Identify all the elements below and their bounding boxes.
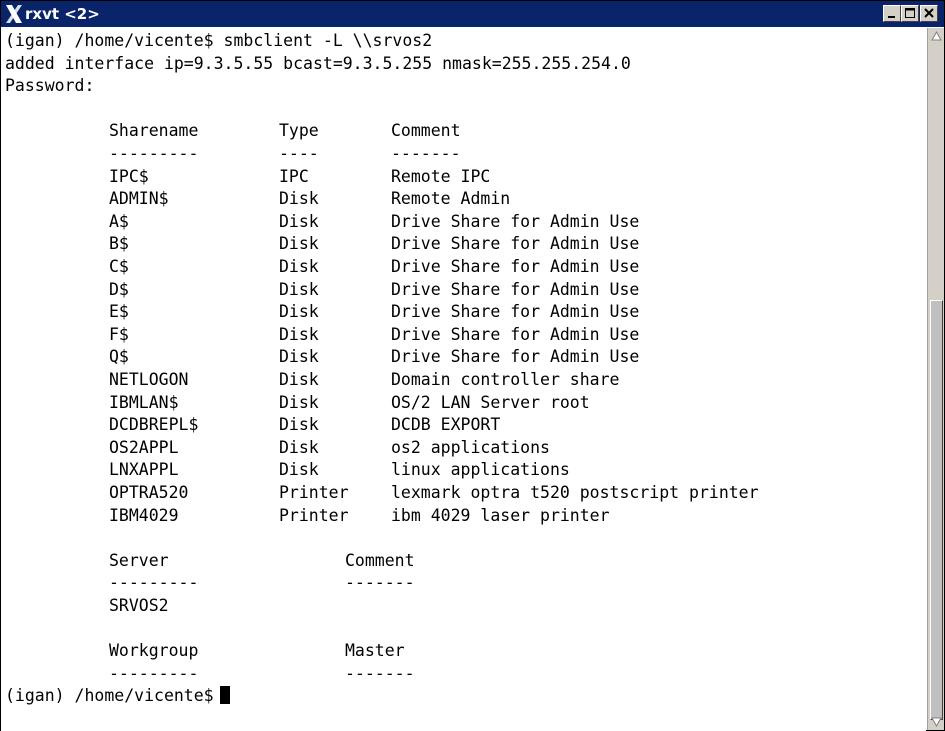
- share-row-cell: Printer: [279, 505, 349, 525]
- share-row-cell: LNXAPPL: [109, 460, 179, 480]
- column-underline: ---------: [109, 573, 199, 593]
- share-row-cell: B$: [109, 234, 129, 254]
- share-row-cell: Q$: [109, 347, 129, 367]
- share-row-cell: Disk: [279, 234, 319, 254]
- share-row-cell: ADMIN$: [109, 189, 169, 209]
- column-underline: -------: [391, 144, 461, 163]
- shell-prompt: (igan) /home/vicente$: [5, 685, 230, 707]
- column-header: Type: [279, 121, 319, 141]
- share-row-cell: Disk: [279, 189, 319, 209]
- share-row-cell: Remote IPC: [391, 166, 491, 186]
- share-row-cell: OS2APPL: [109, 437, 179, 457]
- share-row-cell: Drive Share for Admin Use: [391, 234, 640, 254]
- column-underline: -------: [345, 573, 415, 593]
- share-row-cell: NETLOGON: [109, 370, 189, 389]
- share-row-cell: Drive Share for Admin Use: [391, 211, 640, 231]
- terminal-line: added interface ip=9.3.5.55 bcast=9.3.5.…: [5, 53, 631, 73]
- share-row-cell: C$: [109, 257, 129, 276]
- column-underline: ---------: [109, 663, 199, 683]
- column-header: Workgroup: [109, 641, 199, 661]
- minimize-icon: [888, 16, 895, 18]
- column-header: Comment: [391, 121, 461, 141]
- share-row-cell: Domain controller share: [391, 370, 620, 389]
- share-row-cell: Disk: [279, 415, 319, 435]
- share-row-cell: lexmark optra t520 postscript printer: [391, 483, 759, 502]
- share-row-cell: Remote Admin: [391, 189, 511, 209]
- column-underline: -------: [345, 663, 415, 683]
- share-row-cell: ibm 4029 laser printer: [391, 505, 610, 525]
- share-row-cell: linux applications: [391, 460, 570, 480]
- close-button[interactable]: [920, 5, 938, 22]
- x-window-icon: [5, 4, 23, 24]
- share-row-cell: IBM4029: [109, 505, 179, 525]
- terminal-output[interactable]: (igan) /home/vicente$ smbclient -L \\srv…: [1, 28, 926, 731]
- share-row-cell: Drive Share for Admin Use: [391, 347, 640, 367]
- share-row-cell: DCDB EXPORT: [391, 415, 501, 435]
- share-row-cell: OS/2 LAN Server root: [391, 392, 590, 412]
- column-header: Server: [109, 550, 169, 570]
- share-row-cell: IPC: [279, 166, 309, 186]
- share-row-cell: Drive Share for Admin Use: [391, 257, 640, 276]
- window-title: rxvt <2>: [25, 5, 100, 23]
- share-row-cell: A$: [109, 211, 129, 231]
- title-bar[interactable]: rxvt <2>: [1, 1, 944, 27]
- server-row-cell: SRVOS2: [109, 596, 169, 615]
- column-underline: ----: [279, 144, 319, 163]
- share-row-cell: Drive Share for Admin Use: [391, 324, 640, 344]
- terminal-window: rxvt <2> (igan) /home/vicente$ smbclient…: [0, 0, 945, 731]
- column-header: Master: [345, 641, 405, 661]
- share-row-cell: DCDBREPL$: [109, 415, 199, 435]
- share-row-cell: Disk: [279, 257, 319, 276]
- minimize-button[interactable]: [883, 5, 901, 22]
- vertical-scrollbar[interactable]: [927, 28, 944, 730]
- share-row-cell: Disk: [279, 460, 319, 480]
- scroll-up-arrow-icon[interactable]: [930, 30, 943, 42]
- share-row-cell: Disk: [279, 324, 319, 344]
- column-header: Sharename: [109, 121, 199, 141]
- share-row-cell: Drive Share for Admin Use: [391, 302, 640, 322]
- close-icon: [924, 8, 934, 18]
- share-row-cell: Disk: [279, 347, 319, 367]
- terminal-line: (igan) /home/vicente$ smbclient -L \\srv…: [5, 31, 433, 50]
- share-row-cell: Disk: [279, 370, 319, 389]
- share-row-cell: IBMLAN$: [109, 392, 179, 412]
- terminal-line: Password:: [5, 76, 95, 96]
- share-row-cell: Disk: [279, 302, 319, 322]
- share-row-cell: IPC$: [109, 166, 149, 186]
- share-row-cell: Disk: [279, 211, 319, 231]
- maximize-button[interactable]: [901, 5, 919, 22]
- share-row-cell: F$: [109, 324, 129, 344]
- share-row-cell: Printer: [279, 483, 349, 502]
- scroll-down-arrow-icon[interactable]: [930, 716, 943, 728]
- column-header: Comment: [345, 550, 415, 570]
- share-row-cell: OPTRA520: [109, 483, 189, 502]
- text-cursor: [219, 686, 230, 705]
- scrollbar-thumb[interactable]: [930, 300, 943, 720]
- share-row-cell: D$: [109, 279, 129, 299]
- maximize-icon: [905, 8, 915, 18]
- column-underline: ---------: [109, 144, 199, 163]
- share-row-cell: E$: [109, 302, 129, 322]
- share-row-cell: Drive Share for Admin Use: [391, 279, 640, 299]
- share-row-cell: Disk: [279, 392, 319, 412]
- share-row-cell: os2 applications: [391, 437, 550, 457]
- share-row-cell: Disk: [279, 437, 319, 457]
- share-row-cell: Disk: [279, 279, 319, 299]
